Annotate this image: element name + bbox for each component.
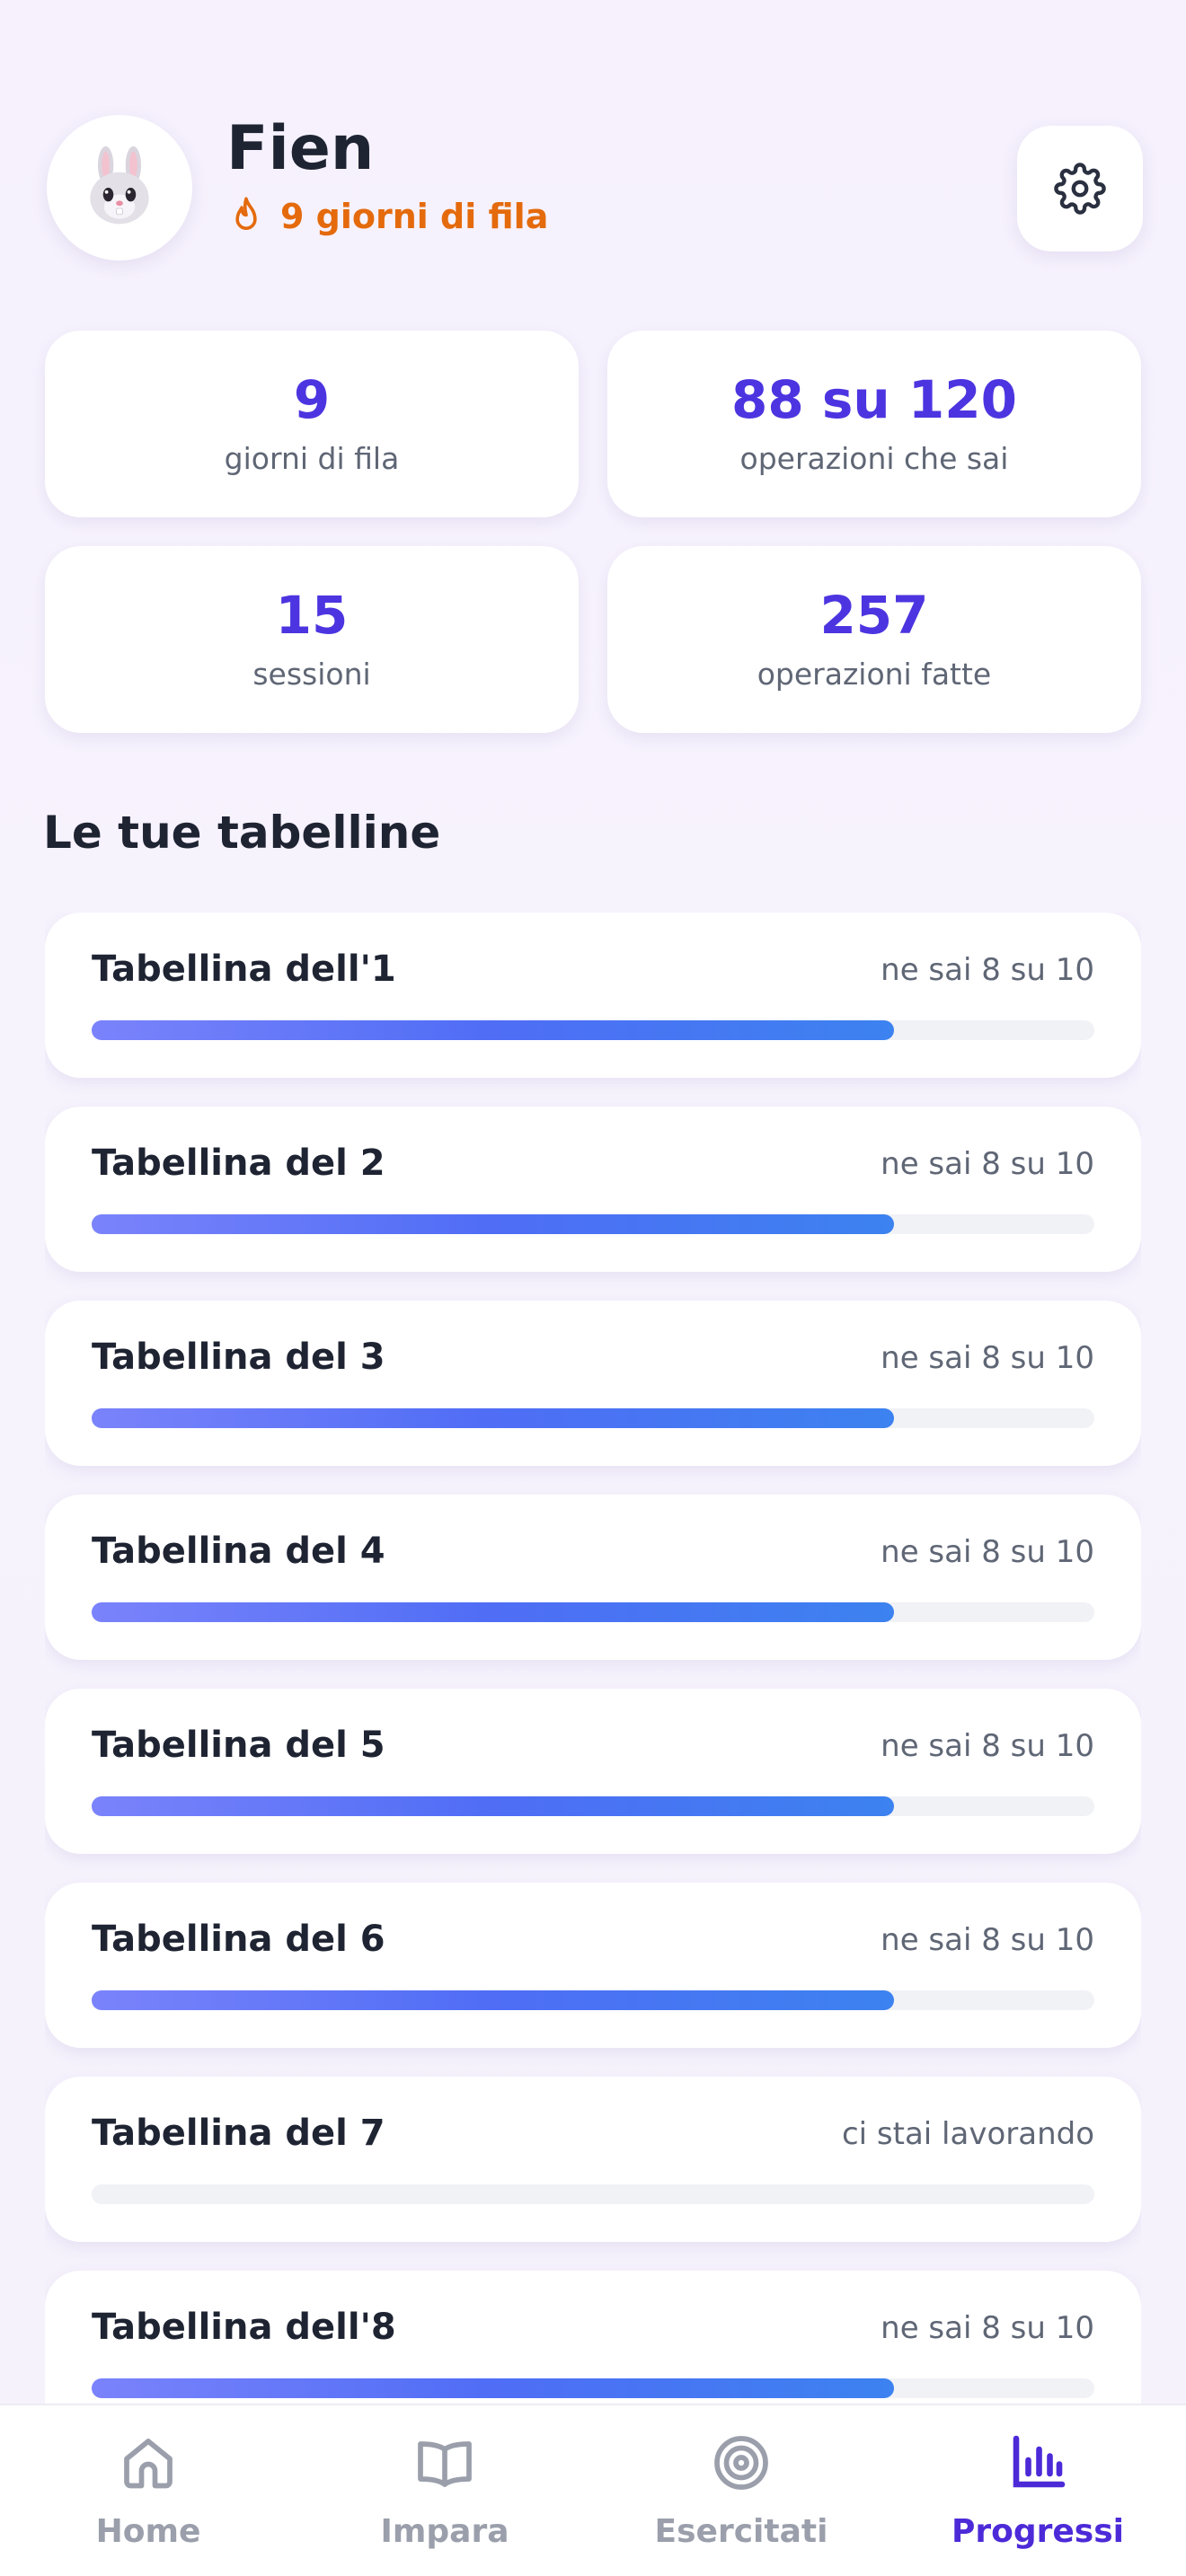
table-name: Tabellina del 3 <box>92 1337 385 1378</box>
tables-list[interactable]: Tabellina dell'1 ne sai 8 su 10 Tabellin… <box>45 913 1141 2404</box>
stat-value: 257 <box>819 584 929 646</box>
table-card-7[interactable]: Tabellina del 7 ci stai lavorando <box>45 2077 1141 2242</box>
progress-bar <box>92 1214 1094 1234</box>
progress-bar <box>92 1796 1094 1816</box>
stat-value: 15 <box>275 584 349 646</box>
table-name: Tabellina del 6 <box>92 1919 385 1960</box>
table-status: ne sai 8 su 10 <box>881 1146 1094 1182</box>
progress-bar <box>92 1408 1094 1428</box>
flame-icon <box>235 197 257 230</box>
gear-icon <box>1054 163 1106 215</box>
avatar[interactable] <box>47 115 192 260</box>
table-name: Tabellina del 2 <box>92 1142 385 1184</box>
tab-label: Impara <box>380 2513 509 2550</box>
table-status: ne sai 8 su 10 <box>881 1728 1094 1764</box>
tab-impara[interactable]: Impara <box>296 2405 593 2576</box>
progress-bar <box>92 1990 1094 2010</box>
stat-card-operations-done: 257 operazioni fatte <box>607 546 1141 733</box>
progress-fill <box>92 1214 894 1234</box>
progress-fill <box>92 1408 894 1428</box>
tab-label: Home <box>95 2513 201 2550</box>
table-name: Tabellina dell'8 <box>92 2307 396 2348</box>
table-card-6[interactable]: Tabellina del 6 ne sai 8 su 10 <box>45 1883 1141 2048</box>
book-icon <box>418 2441 472 2487</box>
stat-value: 88 su 120 <box>731 368 1017 430</box>
tab-esercitati[interactable]: Esercitati <box>593 2405 890 2576</box>
table-name: Tabellina del 4 <box>92 1531 385 1572</box>
stats-grid: 9 giorni di fila 88 su 120 operazioni ch… <box>45 331 1141 733</box>
stat-label: operazioni fatte <box>757 657 992 693</box>
table-name: Tabellina del 7 <box>92 2113 385 2154</box>
stat-label: operazioni che sai <box>739 441 1009 477</box>
user-name: Fien <box>226 113 375 184</box>
progress-bar <box>92 1020 1094 1040</box>
table-status: ne sai 8 su 10 <box>881 1340 1094 1376</box>
bottom-tab-bar: Home Impara Esercitati Progressi <box>0 2404 1186 2576</box>
progress-bar <box>92 1602 1094 1622</box>
table-card-5[interactable]: Tabellina del 5 ne sai 8 su 10 <box>45 1689 1141 1854</box>
tab-label: Esercitati <box>654 2513 828 2550</box>
progress-fill <box>92 1796 894 1816</box>
tab-progressi[interactable]: Progressi <box>890 2405 1186 2576</box>
table-card-4[interactable]: Tabellina del 4 ne sai 8 su 10 <box>45 1495 1141 1660</box>
tab-label: Progressi <box>951 2513 1124 2550</box>
section-title: Le tue tabelline <box>43 807 441 859</box>
bunny-face-icon <box>90 146 149 225</box>
stat-label: sessioni <box>252 657 371 693</box>
target-icon <box>714 2436 768 2490</box>
home-icon <box>124 2439 173 2489</box>
table-status: ci stai lavorando <box>841 2116 1094 2152</box>
table-card-2[interactable]: Tabellina del 2 ne sai 8 su 10 <box>45 1107 1141 1272</box>
table-status: ne sai 8 su 10 <box>881 1922 1094 1958</box>
table-name: Tabellina del 5 <box>92 1725 385 1766</box>
stat-card-streak: 9 giorni di fila <box>45 331 579 517</box>
streak-label: 9 giorni di fila <box>280 197 549 236</box>
progress-fill <box>92 2378 894 2398</box>
table-status: ne sai 8 su 10 <box>881 2310 1094 2346</box>
table-card-3[interactable]: Tabellina del 3 ne sai 8 su 10 <box>45 1301 1141 1466</box>
progress-bar <box>92 2184 1094 2204</box>
progress-fill <box>92 1990 894 2010</box>
profile-header: Fien 9 giorni di fila <box>43 111 1143 264</box>
settings-button[interactable] <box>1017 126 1143 251</box>
tab-home[interactable]: Home <box>0 2405 296 2576</box>
progress-fill <box>92 1602 894 1622</box>
table-status: ne sai 8 su 10 <box>881 1534 1094 1570</box>
streak-indicator: 9 giorni di fila <box>228 196 548 237</box>
progress-fill <box>92 1020 894 1040</box>
stat-label: giorni di fila <box>224 441 400 477</box>
table-name: Tabellina dell'1 <box>92 948 396 990</box>
stat-card-known-operations: 88 su 120 operazioni che sai <box>607 331 1141 517</box>
progress-bar <box>92 2378 1094 2398</box>
table-card-1[interactable]: Tabellina dell'1 ne sai 8 su 10 <box>45 913 1141 1078</box>
table-card-8[interactable]: Tabellina dell'8 ne sai 8 su 10 <box>45 2271 1141 2404</box>
bar-chart-icon <box>1013 2435 1066 2488</box>
stat-card-sessions: 15 sessioni <box>45 546 579 733</box>
stat-value: 9 <box>293 368 331 430</box>
table-status: ne sai 8 su 10 <box>881 952 1094 988</box>
